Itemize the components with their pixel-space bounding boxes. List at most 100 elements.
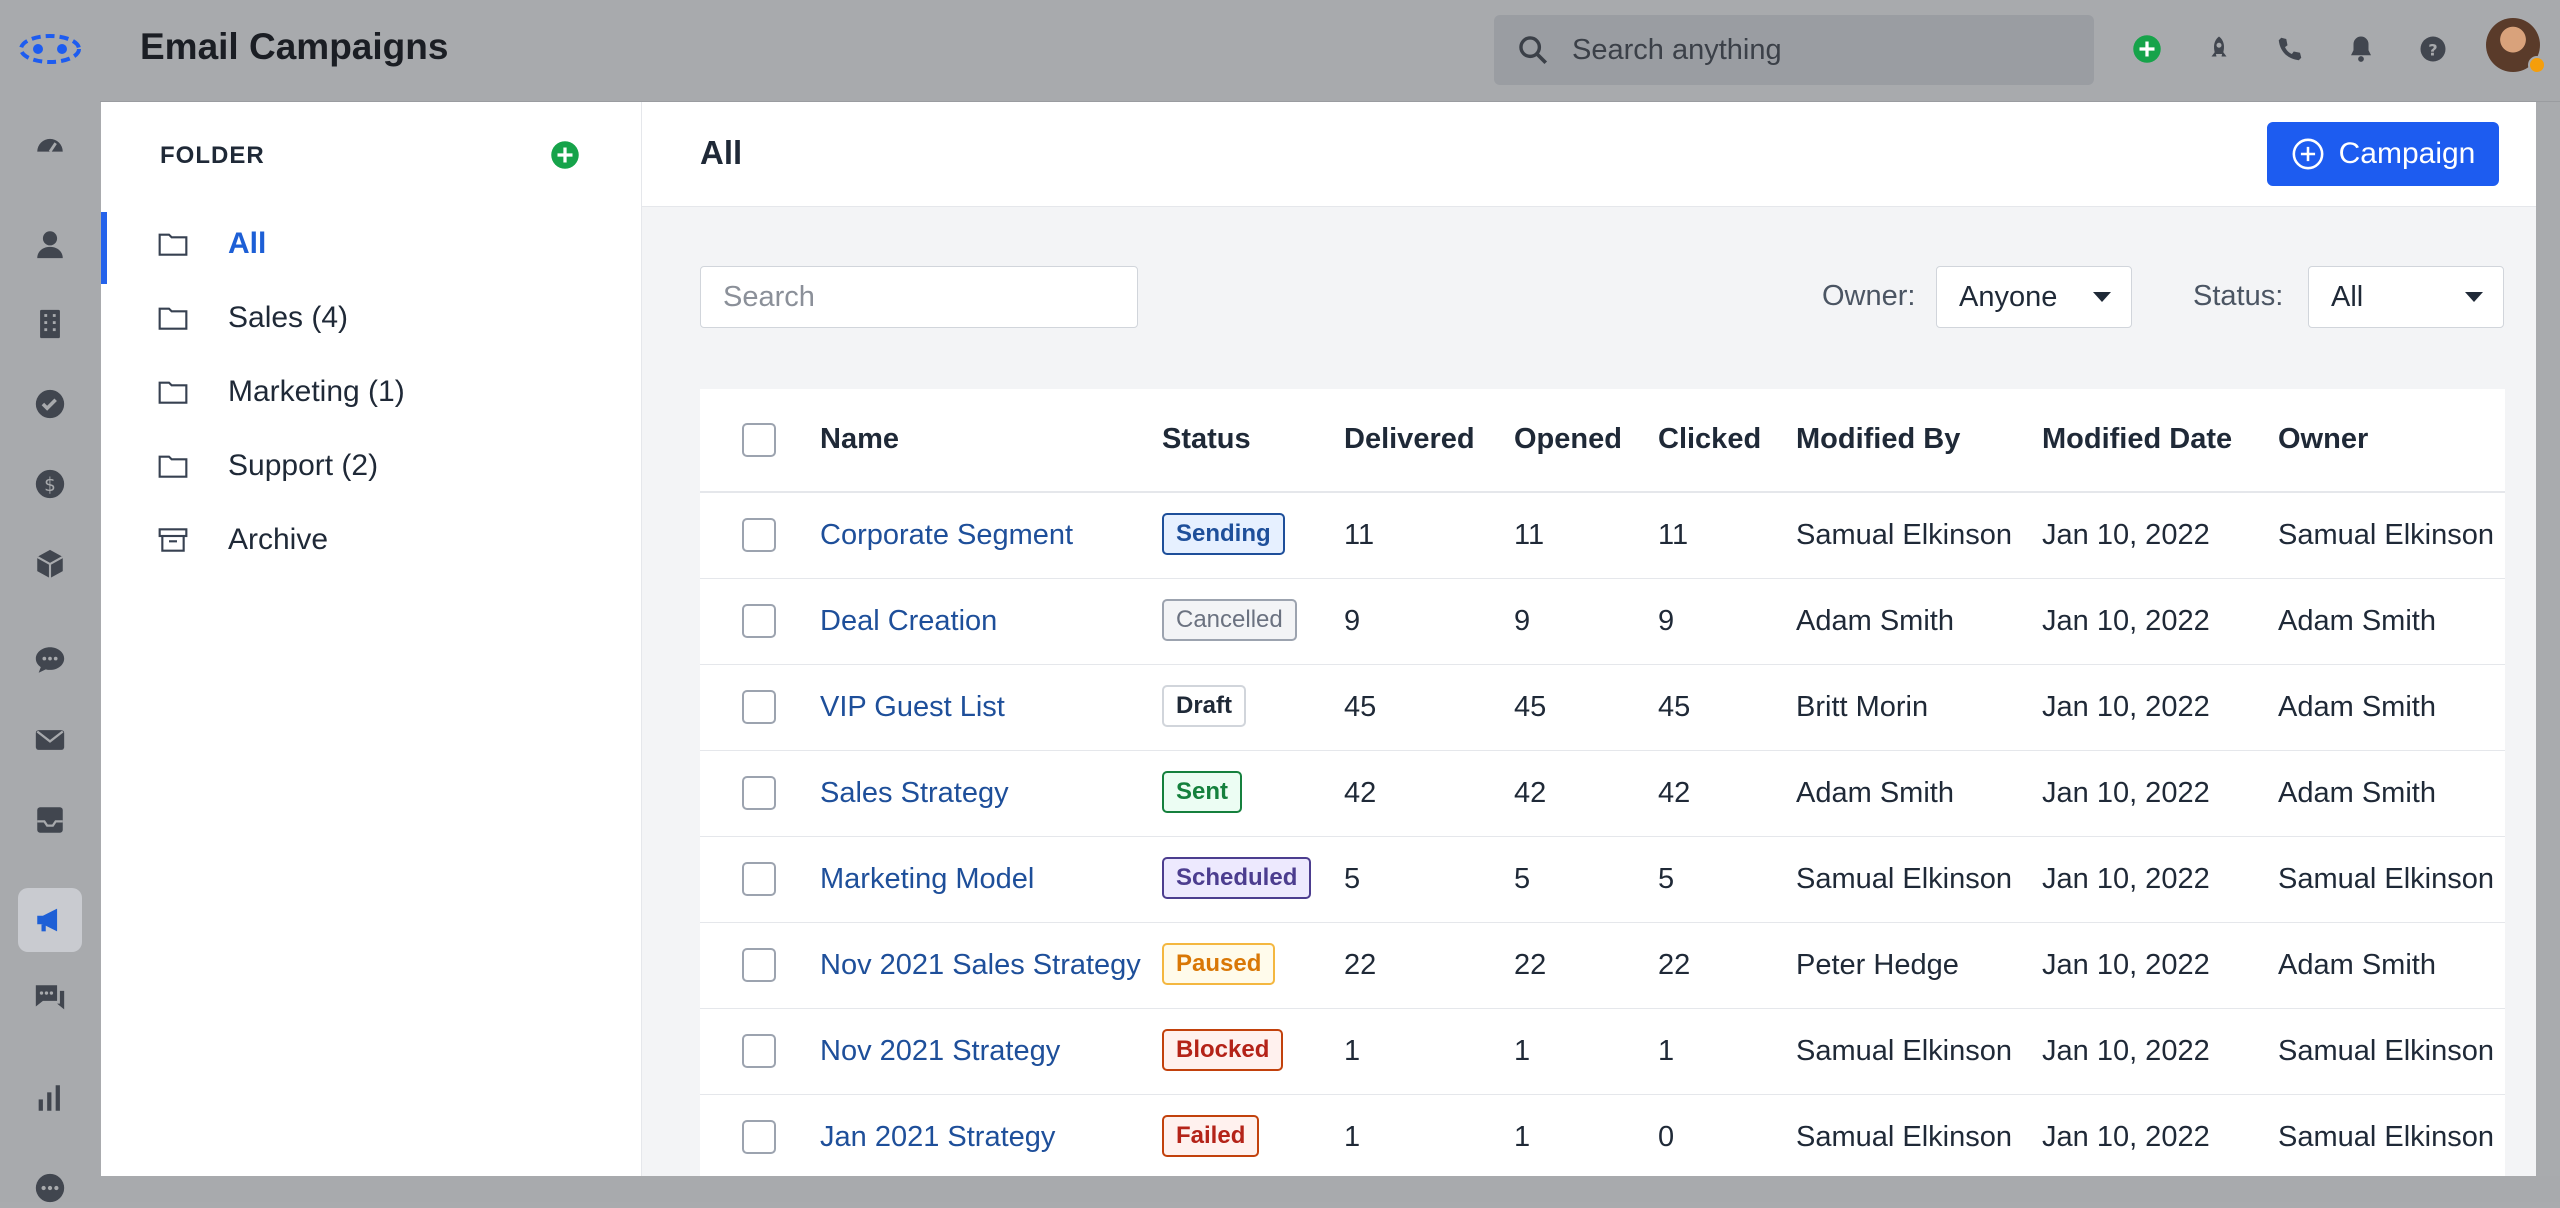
campaign-name-link[interactable]: Sales Strategy <box>820 777 1009 810</box>
products-icon[interactable] <box>30 544 70 584</box>
folder-item-support[interactable]: Support (2) <box>101 434 641 498</box>
owner-filter-label: Owner: <box>1822 280 1916 312</box>
opened-count: 9 <box>1514 605 1531 637</box>
bell-icon[interactable] <box>2341 29 2381 69</box>
companies-icon[interactable] <box>30 304 70 344</box>
campaign-name-link[interactable]: Corporate Segment <box>820 519 1073 552</box>
status-badge: Sent <box>1162 771 1243 813</box>
modified-date: Jan 10, 2022 <box>2042 777 2210 809</box>
clicked-count: 22 <box>1658 949 1691 981</box>
table-row[interactable]: Corporate Segment Sending 11 11 11 Samua… <box>700 493 2505 579</box>
column-header[interactable]: Status <box>1162 423 1251 456</box>
status-badge: Failed <box>1162 1115 1260 1157</box>
row-checkbox[interactable] <box>742 1120 776 1154</box>
messages-icon[interactable] <box>30 978 70 1018</box>
table-row[interactable]: Nov 2021 Sales Strategy Paused 22 22 22 … <box>700 923 2505 1009</box>
campaign-name-link[interactable]: Deal Creation <box>820 605 997 638</box>
delivered-count: 11 <box>1344 519 1375 551</box>
column-header[interactable]: Modified Date <box>2042 423 2232 456</box>
column-header[interactable]: Owner <box>2278 423 2368 456</box>
delivered-count: 22 <box>1344 949 1377 981</box>
inbox-icon[interactable] <box>30 800 70 840</box>
modified-by: Samual Elkinson <box>1796 519 2012 551</box>
global-search-input[interactable] <box>1570 32 2074 68</box>
folder-item-all[interactable]: All <box>101 212 641 284</box>
table-row[interactable]: Deal Creation Cancelled 9 9 9 Adam Smith… <box>700 579 2505 665</box>
modified-by: Samual Elkinson <box>1796 1035 2012 1067</box>
campaign-name-link[interactable]: Nov 2021 Strategy <box>820 1035 1060 1068</box>
row-checkbox[interactable] <box>742 862 776 896</box>
table-row[interactable]: Marketing Model Scheduled 5 5 5 Samual E… <box>700 837 2505 923</box>
status-filter-select[interactable]: All <box>2308 266 2504 328</box>
deals-icon[interactable]: $ <box>30 464 70 504</box>
status-badge: Sending <box>1162 513 1285 555</box>
folder-icon <box>158 233 188 256</box>
campaign-search-input[interactable] <box>700 266 1138 328</box>
owner: Samual Elkinson <box>2278 863 2494 895</box>
owner: Adam Smith <box>2278 949 2436 981</box>
row-checkbox[interactable] <box>742 948 776 982</box>
folder-item-sales[interactable]: Sales (4) <box>101 286 641 350</box>
opened-count: 1 <box>1514 1121 1531 1153</box>
folder-item-marketing[interactable]: Marketing (1) <box>101 360 641 424</box>
help-icon[interactable]: ? <box>2413 29 2453 69</box>
status-filter-label: Status: <box>2193 280 2284 312</box>
column-header[interactable]: Name <box>820 423 899 456</box>
reports-icon[interactable] <box>30 1078 70 1118</box>
folder-icon <box>158 381 188 404</box>
table-row[interactable]: VIP Guest List Draft 45 45 45 Britt Mori… <box>700 665 2505 751</box>
delivered-count: 42 <box>1344 777 1377 809</box>
svg-text:$: $ <box>44 475 56 496</box>
column-header[interactable]: Modified By <box>1796 423 1960 456</box>
campaign-name-link[interactable]: Marketing Model <box>820 863 1034 896</box>
campaign-name-link[interactable]: Nov 2021 Sales Strategy <box>820 949 1141 982</box>
campaign-name-link[interactable]: Jan 2021 Strategy <box>820 1121 1055 1154</box>
left-nav-rail: $ <box>0 0 100 1203</box>
table-row[interactable]: Sales Strategy Sent 42 42 42 Adam Smith … <box>700 751 2505 837</box>
row-checkbox[interactable] <box>742 1034 776 1068</box>
delivered-count: 1 <box>1344 1121 1361 1153</box>
chat-icon[interactable] <box>30 640 70 680</box>
folder-icon <box>158 307 188 330</box>
campaign-name-link[interactable]: VIP Guest List <box>820 691 1005 724</box>
opened-count: 11 <box>1514 519 1545 551</box>
dashboard-icon[interactable] <box>30 126 70 166</box>
campaigns-icon[interactable] <box>18 888 82 952</box>
status-badge: Paused <box>1162 943 1276 985</box>
row-checkbox[interactable] <box>742 604 776 638</box>
add-folder-icon[interactable] <box>550 140 580 170</box>
column-header[interactable]: Delivered <box>1344 423 1475 456</box>
email-icon[interactable] <box>30 720 70 760</box>
row-checkbox[interactable] <box>742 776 776 810</box>
search-icon <box>1519 36 1548 65</box>
owner-filter-select[interactable]: Anyone <box>1936 266 2132 328</box>
clicked-count: 1 <box>1658 1035 1675 1067</box>
row-checkbox[interactable] <box>742 690 776 724</box>
more-icon[interactable] <box>30 1168 70 1208</box>
modified-date: Jan 10, 2022 <box>2042 1035 2210 1067</box>
logo-icon[interactable] <box>18 32 82 66</box>
status-badge: Draft <box>1162 685 1247 727</box>
main-content: All Campaign Owner: Anyone Status: All N… <box>642 102 2536 1176</box>
contacts-icon[interactable] <box>30 224 70 264</box>
svg-text:?: ? <box>2428 40 2437 59</box>
delivered-count: 9 <box>1344 605 1361 637</box>
opened-count: 5 <box>1514 863 1531 895</box>
global-search[interactable] <box>1494 15 2094 85</box>
delivered-count: 1 <box>1344 1035 1361 1067</box>
tasks-icon[interactable] <box>30 384 70 424</box>
column-header[interactable]: Clicked <box>1658 423 1761 456</box>
new-campaign-button[interactable]: Campaign <box>2267 122 2499 186</box>
clicked-count: 42 <box>1658 777 1691 809</box>
table-row[interactable]: Nov 2021 Strategy Blocked 1 1 1 Samual E… <box>700 1009 2505 1095</box>
table-row[interactable]: Jan 2021 Strategy Failed 1 1 0 Samual El… <box>700 1095 2505 1176</box>
rocket-icon[interactable] <box>2199 29 2239 69</box>
phone-icon[interactable] <box>2270 29 2310 69</box>
add-icon[interactable] <box>2127 29 2167 69</box>
column-header[interactable]: Opened <box>1514 423 1622 456</box>
clicked-count: 0 <box>1658 1121 1675 1153</box>
folder-item-archive[interactable]: Archive <box>101 508 641 572</box>
select-all-checkbox[interactable] <box>742 423 776 457</box>
status-filter-value: All <box>2331 280 2364 313</box>
row-checkbox[interactable] <box>742 518 776 552</box>
